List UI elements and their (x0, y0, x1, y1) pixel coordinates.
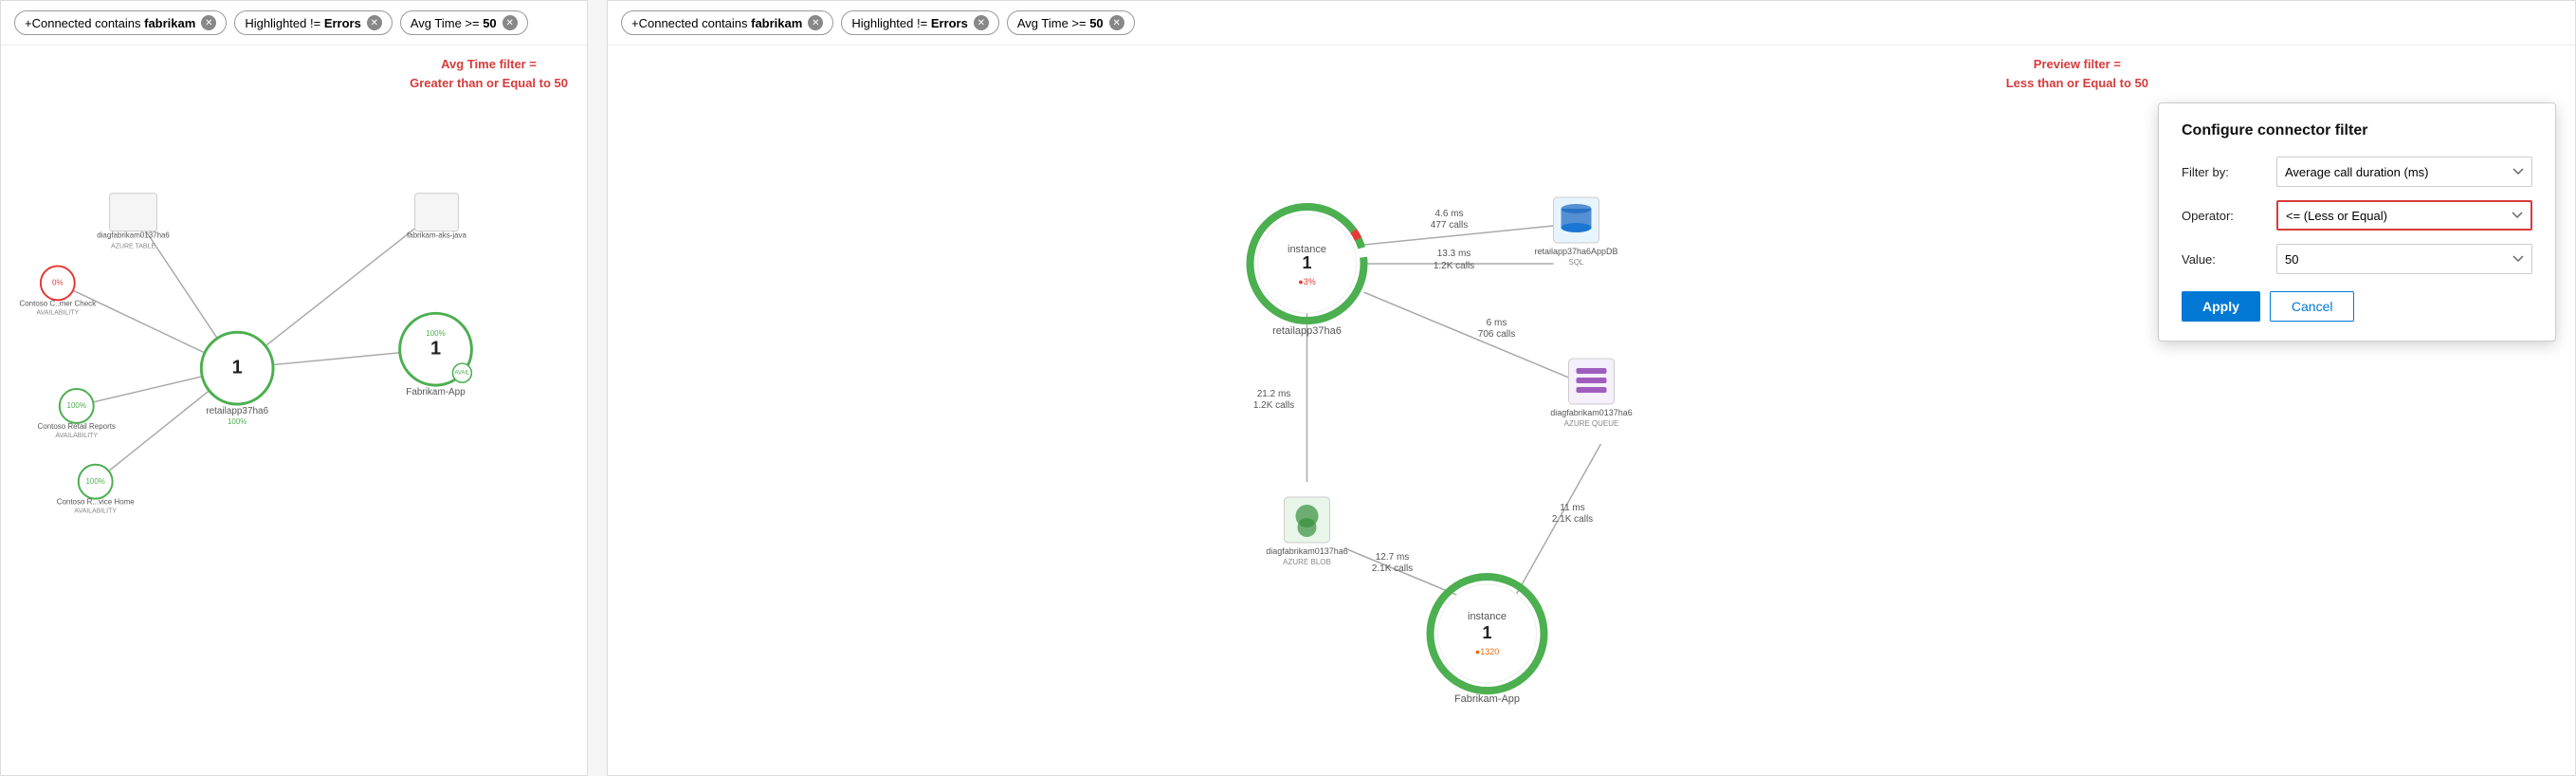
right-filter-avgtime[interactable]: Avg Time >= 50 ✕ (1007, 10, 1135, 35)
svg-text:diagfabrikam0137ha6: diagfabrikam0137ha6 (1266, 546, 1348, 556)
left-node-diag[interactable] (110, 194, 157, 231)
left-node-diag-label: diagfabrikam0137ha6 (97, 231, 170, 240)
left-panel: +Connected contains fabrikam ✕ Highlight… (0, 0, 588, 776)
left-node-retailapp-label: retailapp37ha6 (206, 406, 268, 416)
apply-button[interactable]: Apply (2182, 291, 2260, 322)
svg-text:AZURE BLOB: AZURE BLOB (1283, 558, 1331, 566)
svg-text:100%: 100% (228, 417, 247, 426)
svg-text:AVAILABILITY: AVAILABILITY (55, 433, 98, 439)
right-filter-connected[interactable]: +Connected contains fabrikam ✕ (621, 10, 833, 35)
svg-text:6 ms: 6 ms (1487, 318, 1507, 328)
svg-text:11 ms: 11 ms (1560, 503, 1585, 513)
svg-text:100%: 100% (85, 477, 104, 486)
config-value-label: Value: (2182, 252, 2267, 267)
panel-divider (588, 0, 607, 776)
svg-text:1.2K calls: 1.2K calls (1253, 400, 1294, 411)
svg-text:AZURE QUEUE: AZURE QUEUE (1564, 419, 1619, 428)
left-filter-connected-text: +Connected contains fabrikam (25, 16, 195, 30)
left-graph-svg: 1 retailapp37ha6 100% diagfabrikam0137ha… (1, 46, 587, 767)
svg-text:12.7 ms: 12.7 ms (1376, 552, 1410, 563)
right-filter-highlighted-text: Highlighted != Errors (851, 16, 968, 30)
left-filter-highlighted-text: Highlighted != Errors (245, 16, 361, 30)
svg-text:13.3 ms: 13.3 ms (1437, 249, 1471, 259)
left-node-retailapp-value: 1 (232, 357, 243, 378)
svg-text:AVAILABILITY: AVAILABILITY (74, 508, 117, 515)
config-operator-row: Operator: <= (Less or Equal) >= (Greater… (2182, 200, 2532, 231)
svg-text:retailapp37ha6AppDB: retailapp37ha6AppDB (1534, 247, 1617, 256)
svg-text:fabrikam-aks-java: fabrikam-aks-java (407, 231, 466, 240)
svg-text:706 calls: 706 calls (1478, 329, 1515, 340)
svg-text:1: 1 (430, 338, 441, 359)
svg-text:AVAILABILITY: AVAILABILITY (36, 309, 79, 316)
right-filter-connected-text: +Connected contains fabrikam (631, 16, 802, 30)
right-filter-avgtime-close[interactable]: ✕ (1109, 15, 1124, 30)
left-filter-info: Avg Time filter = Greater than or Equal … (410, 55, 568, 92)
config-value-select[interactable]: 50 100 200 500 (2276, 244, 2532, 274)
svg-text:2.1K calls: 2.1K calls (1372, 564, 1413, 574)
svg-text:AZURE TABLE: AZURE TABLE (111, 244, 155, 250)
svg-text:●1320: ●1320 (1475, 647, 1499, 656)
left-filter-avgtime-text: Avg Time >= 50 (411, 16, 497, 30)
svg-text:SQL: SQL (1568, 258, 1584, 267)
svg-text:●3%: ●3% (1298, 277, 1315, 286)
left-map-area: Avg Time filter = Greater than or Equal … (1, 46, 587, 767)
right-filter-connected-close[interactable]: ✕ (808, 15, 823, 30)
config-actions: Apply Cancel (2182, 291, 2532, 322)
svg-text:477 calls: 477 calls (1431, 220, 1468, 231)
config-filter-by-row: Filter by: Average call duration (ms) Ca… (2182, 157, 2532, 187)
left-filter-connected[interactable]: +Connected contains fabrikam ✕ (14, 10, 227, 35)
svg-text:Contoso Retail Reports: Contoso Retail Reports (38, 422, 116, 431)
svg-text:4.6 ms: 4.6 ms (1434, 209, 1463, 219)
left-filter-bar: +Connected contains fabrikam ✕ Highlight… (1, 1, 587, 46)
svg-text:diagfabrikam0137ha6: diagfabrikam0137ha6 (1550, 408, 1633, 417)
right-node-retailapp-label: retailapp37ha6 (1272, 325, 1342, 337)
right-panel: +Connected contains fabrikam ✕ Highlight… (607, 0, 2576, 776)
svg-text:1.2K calls: 1.2K calls (1434, 261, 1474, 271)
config-value-row: Value: 50 100 200 500 (2182, 244, 2532, 274)
svg-text:Contoso R...vice Home: Contoso R...vice Home (57, 498, 136, 507)
cancel-button[interactable]: Cancel (2270, 291, 2355, 322)
svg-text:0%: 0% (52, 279, 64, 287)
svg-text:Fabrikam-App: Fabrikam-App (406, 387, 466, 397)
left-filter-highlighted[interactable]: Highlighted != Errors ✕ (234, 10, 393, 35)
right-filter-highlighted-close[interactable]: ✕ (974, 15, 989, 30)
config-panel-title: Configure connector filter (2182, 122, 2532, 139)
config-filter-by-label: Filter by: (2182, 165, 2267, 179)
svg-text:100%: 100% (67, 401, 86, 410)
right-filter-info: Preview filter = Less than or Equal to 5… (2006, 55, 2148, 92)
right-map-area: Preview filter = Less than or Equal to 5… (608, 46, 2575, 767)
svg-text:2.1K calls: 2.1K calls (1552, 514, 1593, 525)
right-filter-highlighted[interactable]: Highlighted != Errors ✕ (841, 10, 999, 35)
config-filter-by-select[interactable]: Average call duration (ms) Call count Fa… (2276, 157, 2532, 187)
left-filter-avgtime-close[interactable]: ✕ (502, 15, 518, 30)
svg-text:1: 1 (1482, 623, 1491, 642)
left-node-fabrikam-aks[interactable] (415, 194, 459, 231)
svg-text:21.2 ms: 21.2 ms (1257, 389, 1291, 399)
right-node-fabrikam-label: Fabrikam-App (1454, 693, 1520, 705)
left-filter-highlighted-close[interactable]: ✕ (367, 15, 382, 30)
svg-text:Contoso C..mer Check: Contoso C..mer Check (20, 299, 97, 307)
right-filter-bar: +Connected contains fabrikam ✕ Highlight… (608, 1, 2575, 46)
right-filter-avgtime-text: Avg Time >= 50 (1017, 16, 1104, 30)
left-filter-avgtime[interactable]: Avg Time >= 50 ✕ (400, 10, 528, 35)
config-panel: Configure connector filter Filter by: Av… (2158, 102, 2556, 342)
svg-text:instance: instance (1468, 611, 1507, 622)
config-operator-select[interactable]: <= (Less or Equal) >= (Greater or Equal)… (2276, 200, 2532, 231)
left-filter-connected-close[interactable]: ✕ (201, 15, 216, 30)
svg-text:1: 1 (1302, 253, 1311, 272)
svg-text:100%: 100% (426, 329, 445, 338)
config-operator-label: Operator: (2182, 209, 2267, 223)
svg-text:AVAIL: AVAIL (454, 371, 470, 377)
